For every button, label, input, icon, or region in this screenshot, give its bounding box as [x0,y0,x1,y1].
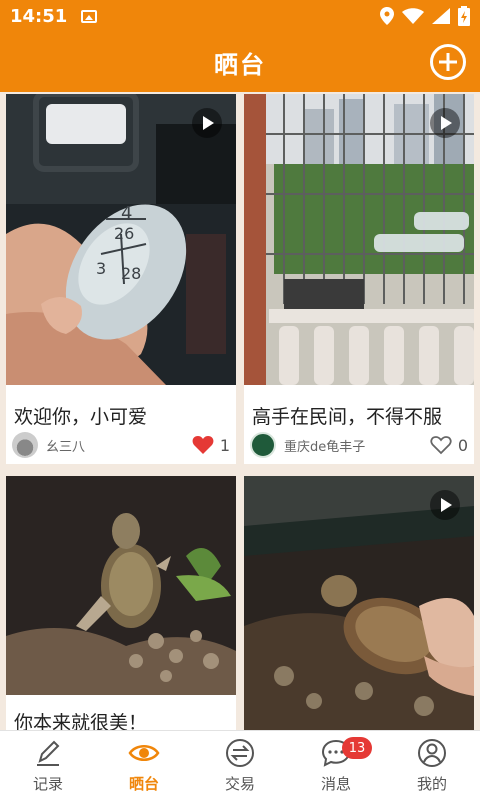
page-title: 晒台 [214,50,266,79]
play-icon[interactable] [192,108,222,138]
svg-text:4: 4 [121,203,132,224]
tab-mine[interactable]: 我的 [384,731,480,800]
post-meta: 幺三八 1 [12,431,230,459]
post-title[interactable]: 欢迎你，小可爱 [14,402,147,429]
battery-icon [458,6,470,26]
author-name[interactable]: 重庆de龟丰子 [284,436,365,455]
svg-text:26: 26 [114,224,134,243]
tab-showcase[interactable]: 晒台 [96,731,192,800]
post-image[interactable] [6,476,236,695]
svg-text:28: 28 [121,264,141,283]
egg-photo: 4 26 3 28 [6,94,236,385]
exchange-icon [226,739,254,767]
status-icons [380,6,470,26]
post-card[interactable]: 高手在民间，不得不服 重庆de龟丰子 0 [244,94,474,464]
tab-label: 晒台 [128,775,159,793]
tab-label: 记录 [32,775,63,793]
avatar[interactable] [250,432,276,458]
post-card[interactable]: 你本来就很美！ [6,476,236,730]
tab-messages[interactable]: 消息 13 [288,731,384,800]
like-button[interactable]: 1 [192,435,230,455]
add-post-button[interactable] [430,44,466,80]
heart-outline-icon [430,436,452,455]
avatar[interactable] [12,432,38,458]
user-icon [418,739,446,767]
post-card[interactable]: 4 26 3 28 欢迎你，小可爱 幺三八 1 [6,94,236,464]
unread-badge: 13 [342,737,372,759]
tab-trade[interactable]: 交易 [192,731,288,800]
tab-record[interactable]: 记录 [0,731,96,800]
post-title[interactable]: 你本来就很美！ [14,708,147,730]
turtle-aquarium-photo [6,476,236,695]
post-card[interactable] [244,476,474,730]
tab-label: 消息 [320,775,351,793]
tab-label: 交易 [224,775,255,793]
tab-label: 我的 [416,775,447,793]
play-icon[interactable] [430,108,460,138]
post-image[interactable] [244,476,474,730]
location-icon [380,7,394,25]
app-bar: 晒台 [0,32,480,92]
eye-icon [128,745,160,761]
like-count: 0 [457,435,468,455]
signal-icon [432,8,450,24]
status-bar: 14:51 [0,0,480,32]
like-count: 1 [219,435,230,455]
post-image[interactable]: 4 26 3 28 [6,94,236,385]
like-button[interactable]: 0 [430,435,468,455]
bottom-tab-bar: 记录 晒台 交易 消息 13 我的 [0,730,480,800]
balcony-photo [244,94,474,385]
post-image[interactable] [244,94,474,385]
pen-icon [37,740,60,766]
image-notification-icon [81,9,98,23]
post-feed[interactable]: 4 26 3 28 欢迎你，小可爱 幺三八 1 高手在民间，不得不服 重庆de龟… [0,92,480,730]
play-icon[interactable] [430,490,460,520]
post-title[interactable]: 高手在民间，不得不服 [252,402,442,429]
author-name[interactable]: 幺三八 [46,436,85,455]
status-time: 14:51 [10,5,68,27]
heart-filled-icon [192,436,214,454]
wifi-icon [402,8,424,24]
post-meta: 重庆de龟丰子 0 [250,431,468,459]
svg-text:3: 3 [96,259,106,278]
